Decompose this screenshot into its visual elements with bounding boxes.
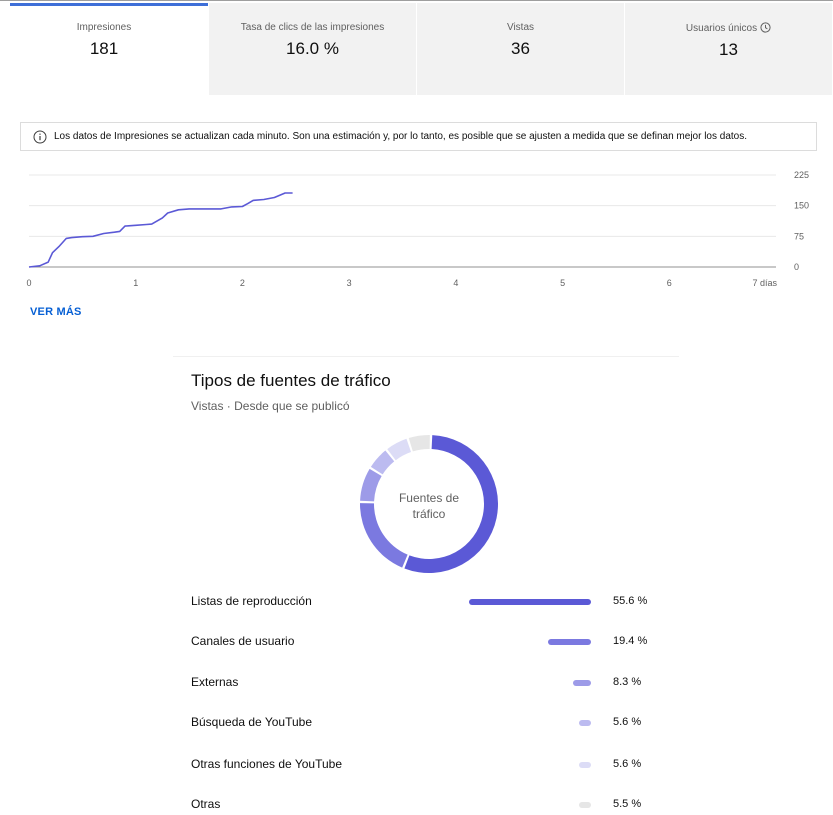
y-tick-label: 75: [794, 231, 804, 241]
series-line: [28, 192, 293, 268]
source-percent: 5.6 %: [613, 758, 642, 770]
source-percent: 55.6 %: [613, 595, 648, 607]
x-tick-label: 4: [453, 278, 458, 288]
donut-slice[interactable]: [370, 450, 395, 475]
tab-value: 181: [89, 39, 119, 58]
donut-slice[interactable]: [387, 438, 412, 461]
source-percent: 8.3 %: [613, 676, 642, 688]
impressions-line-chart: 0 75 150 225 0 1 2 3 4 5 6 7 días: [26, 170, 809, 288]
traffic-row-busqueda[interactable]: Búsqueda de YouTube 5.6 %: [191, 713, 671, 733]
card-divider: [173, 356, 679, 357]
source-bar: [469, 599, 591, 605]
tab-tasa-de-clics[interactable]: Tasa de clics de las impresiones 16.0 %: [208, 3, 416, 95]
source-percent: 5.6 %: [613, 716, 642, 728]
source-bar: [548, 639, 591, 645]
source-name: Otras: [191, 797, 221, 811]
tab-vistas[interactable]: Vistas 36: [416, 3, 624, 95]
source-name: Externas: [191, 675, 239, 689]
source-bar: [578, 720, 591, 726]
source-bar: [578, 762, 591, 768]
see-more-link[interactable]: VER MÁS: [30, 306, 82, 318]
source-bar: [572, 680, 591, 686]
donut-center-label: Fuentes de tráfico: [358, 490, 500, 522]
x-tick-label: 5: [560, 278, 565, 288]
traffic-row-otras[interactable]: Otras 5.5 %: [191, 795, 671, 815]
source-name: Listas de reproducción: [191, 594, 312, 608]
traffic-card-title: Tipos de fuentes de tráfico: [191, 371, 391, 390]
tab-label: Impresiones: [76, 22, 132, 33]
tab-label: Vistas: [506, 22, 535, 33]
x-tick-label: 1: [133, 278, 138, 288]
source-name: Otras funciones de YouTube: [191, 757, 342, 771]
traffic-row-canales[interactable]: Canales de usuario 19.4 %: [191, 632, 671, 652]
tab-label-wrap: Usuarios únicos: [625, 22, 832, 34]
info-icon: [33, 130, 47, 143]
x-tick-label: 6: [667, 278, 672, 288]
traffic-row-listas[interactable]: Listas de reproducción 55.6 %: [191, 592, 671, 612]
clock-icon[interactable]: [760, 22, 771, 33]
tab-value: 13: [719, 40, 738, 59]
traffic-row-externas[interactable]: Externas 8.3 %: [191, 673, 671, 693]
x-tick-label: 2: [240, 278, 245, 288]
notice-text: Los datos de Impresiones se actualizan c…: [54, 131, 748, 142]
y-tick-label: 225: [794, 170, 809, 180]
x-tick-label: 3: [347, 278, 352, 288]
source-percent: 19.4 %: [613, 635, 648, 647]
source-name: Canales de usuario: [191, 634, 295, 648]
y-tick-label: 150: [794, 201, 809, 211]
tab-label: Usuarios únicos: [685, 23, 758, 34]
tab-value: 36: [511, 39, 530, 58]
donut-slice[interactable]: [408, 435, 430, 452]
x-tick-label: 7 días: [752, 278, 777, 288]
donut-label-line-1: Fuentes de: [398, 491, 460, 505]
traffic-row-otras-funciones[interactable]: Otras funciones de YouTube 5.6 %: [191, 755, 671, 775]
y-tick-label: 0: [794, 262, 799, 272]
x-tick-label: 0: [26, 278, 31, 288]
source-percent: 5.5 %: [613, 798, 642, 810]
info-notice: Los datos de Impresiones se actualizan c…: [20, 122, 817, 151]
top-divider: [0, 0, 833, 1]
traffic-card-subtitle: Vistas · Desde que se publicó: [191, 399, 350, 413]
tab-label: Tasa de clics de las impresiones: [240, 22, 385, 33]
tab-impresiones[interactable]: Impresiones 181: [0, 3, 208, 95]
tab-usuarios-unicos[interactable]: Usuarios únicos 13: [624, 3, 832, 95]
source-name: Búsqueda de YouTube: [191, 715, 313, 729]
donut-label-line-2: tráfico: [412, 507, 446, 521]
metric-tabs: Impresiones 181 Tasa de clics de las imp…: [0, 3, 833, 95]
tab-value: 16.0 %: [286, 39, 339, 58]
source-bar: [578, 802, 591, 808]
